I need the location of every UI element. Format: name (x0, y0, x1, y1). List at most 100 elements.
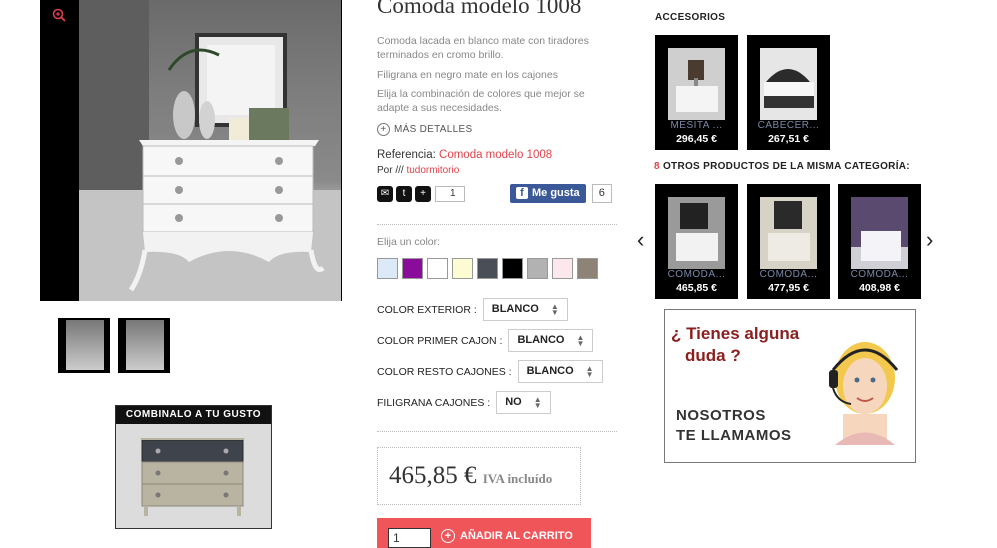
facebook-like-label: Me gusta (532, 187, 580, 199)
brand-line: Por /// tudormitorio (377, 165, 459, 176)
more-details-link[interactable]: + MÁS DETALLES (377, 123, 472, 136)
banner-call-line-2: TE LLAMAMOS (676, 427, 792, 444)
twitter-icon[interactable]: t (396, 185, 412, 202)
more-details-label: MÁS DETALLES (394, 124, 473, 135)
color-swatch-1[interactable] (377, 258, 398, 279)
share-bar: ✉ t + 1 (377, 185, 465, 202)
brand-link[interactable]: tudormitorio (406, 165, 459, 176)
category-product-price: 477,95 € (768, 282, 809, 294)
category-heading-label: OTROS PRODUCTOS DE LA MISMA CATEGORÍA: (662, 161, 910, 172)
color-swatch-9[interactable] (577, 258, 598, 279)
updown-icon: ▲ ▼ (576, 332, 585, 348)
option-row-first-drawer: COLOR PRIMER CAJON : BLANCO ▲ ▼ (377, 329, 594, 352)
color-label: Elija un color: (377, 236, 441, 248)
combine-widget[interactable]: COMBINALO A TU GUSTO (115, 405, 272, 529)
option-select-first-drawer[interactable]: BLANCO ▲ ▼ (508, 329, 594, 352)
updown-icon: ▲ ▼ (533, 394, 542, 410)
cart-plus-icon: + (441, 529, 455, 543)
by-label: Por /// (377, 165, 404, 176)
email-icon[interactable]: ✉ (377, 185, 393, 202)
price: 465,85 € IVA incluído (389, 462, 552, 490)
option-row-other-drawers: COLOR RESTO CAJONES : BLANCO ▲ ▼ (377, 360, 603, 383)
dresser-illustration (79, 0, 341, 301)
price-value: 465,85 € (389, 462, 477, 489)
accessory-card[interactable]: MESITA ... 296,45 € (655, 35, 738, 150)
color-swatch-4[interactable] (452, 258, 473, 279)
select-value: NO (505, 396, 522, 408)
reference-value[interactable]: Comoda modelo 1008 (439, 149, 552, 161)
description-line-2: Filigrana en negro mate en los cajones (377, 69, 558, 81)
color-swatch-6[interactable] (502, 258, 523, 279)
thumbnail-2[interactable] (118, 318, 170, 373)
chevron-right-icon[interactable]: › (926, 229, 933, 251)
product-title: Comoda modelo 1008 (377, 0, 582, 18)
category-heading: 8 OTROS PRODUCTOS DE LA MISMA CATEGORÍA: (654, 161, 910, 172)
divider (377, 224, 617, 225)
share-count: 1 (435, 185, 465, 202)
facebook-like-count: 6 (591, 184, 612, 203)
share-plus-icon[interactable]: + (415, 185, 431, 202)
category-card[interactable]: COMODA... 477,95 € (747, 184, 830, 299)
category-card[interactable]: COMODA... 465,85 € (655, 184, 738, 299)
add-to-cart-bar: 1 + AÑADIR AL CARRITO (377, 518, 591, 548)
category-product-name: COMODA... (759, 269, 818, 280)
updown-icon: ▲ ▼ (585, 363, 594, 379)
zoom-icon[interactable] (52, 8, 66, 22)
main-product-image[interactable] (40, 0, 342, 301)
select-value: BLANCO (526, 365, 574, 377)
category-product-name: COMODA... (667, 269, 726, 280)
select-value: BLANCO (517, 334, 565, 346)
reference-label: Referencia: (377, 149, 436, 161)
support-agent-image (829, 342, 899, 445)
add-to-cart-button[interactable]: + AÑADIR AL CARRITO (441, 529, 573, 543)
color-swatch-5[interactable] (477, 258, 498, 279)
category-card[interactable]: COMODA... 408,98 € (838, 184, 921, 299)
banner-question: ¿ Tienes alguna duda ? (671, 323, 799, 367)
banner-call-line-1: NOSOTROS (676, 407, 766, 424)
combine-heading: COMBINALO A TU GUSTO (116, 406, 271, 424)
combine-dresser-preview (116, 424, 271, 528)
banner-call: NOSOTROS TE LLAMAMOS (676, 406, 792, 446)
category-product-image (668, 197, 725, 269)
category-product-name: COMODA... (850, 269, 909, 280)
option-row-exterior: COLOR EXTERIOR : BLANCO ▲ ▼ (377, 298, 568, 321)
option-row-filigree: FILIGRANA CAJONES : NO ▲ ▼ (377, 391, 551, 414)
facebook-like-button[interactable]: f Me gusta (510, 184, 586, 203)
accessory-card[interactable]: CABECER... 267,51 € (747, 35, 830, 150)
option-label: COLOR RESTO CAJONES : (377, 365, 512, 378)
select-value: BLANCO (491, 303, 539, 315)
accessories-heading: ACCESORIOS (655, 12, 726, 23)
category-product-image (760, 197, 817, 269)
option-select-exterior[interactable]: BLANCO ▲ ▼ (482, 298, 568, 321)
banner-question-line-2: duda ? (685, 346, 741, 365)
banner-question-line-1: ¿ Tienes alguna (671, 324, 800, 343)
option-select-filigree[interactable]: NO ▲ ▼ (496, 391, 551, 414)
divider (377, 431, 617, 432)
option-label: COLOR EXTERIOR : (377, 303, 477, 316)
chevron-left-icon[interactable]: ‹ (637, 229, 644, 251)
callback-banner[interactable]: ¿ Tienes alguna duda ? NOSOTROS TE LLAMA… (664, 309, 916, 463)
accessory-name: CABECER... (757, 120, 820, 131)
color-swatch-8[interactable] (552, 258, 573, 279)
quantity-input[interactable]: 1 (388, 528, 431, 548)
category-count: 8 (654, 161, 660, 172)
accessory-price: 296,45 € (676, 133, 717, 145)
option-label: COLOR PRIMER CAJON : (377, 334, 503, 347)
category-product-image (851, 197, 908, 269)
thumbnail-1[interactable] (58, 318, 110, 373)
price-box: 465,85 € IVA incluído (377, 447, 581, 505)
accessory-price: 267,51 € (768, 133, 809, 145)
description-line-3: Elija la combinación de colores que mejo… (377, 88, 585, 114)
reference: Referencia: Comoda modelo 1008 (377, 149, 552, 161)
color-swatch-3[interactable] (427, 258, 448, 279)
color-swatch-7[interactable] (527, 258, 548, 279)
facebook-like[interactable]: f Me gusta 6 (510, 184, 612, 203)
facebook-icon: f (516, 187, 528, 199)
description-line-1: Comoda lacada en blanco mate con tirador… (377, 35, 589, 61)
option-label: FILIGRANA CAJONES : (377, 396, 491, 409)
category-product-price: 465,85 € (676, 282, 717, 294)
plus-circle-icon: + (377, 123, 390, 136)
accessory-image (760, 48, 817, 120)
color-swatch-2[interactable] (402, 258, 423, 279)
option-select-other-drawers[interactable]: BLANCO ▲ ▼ (517, 360, 603, 383)
